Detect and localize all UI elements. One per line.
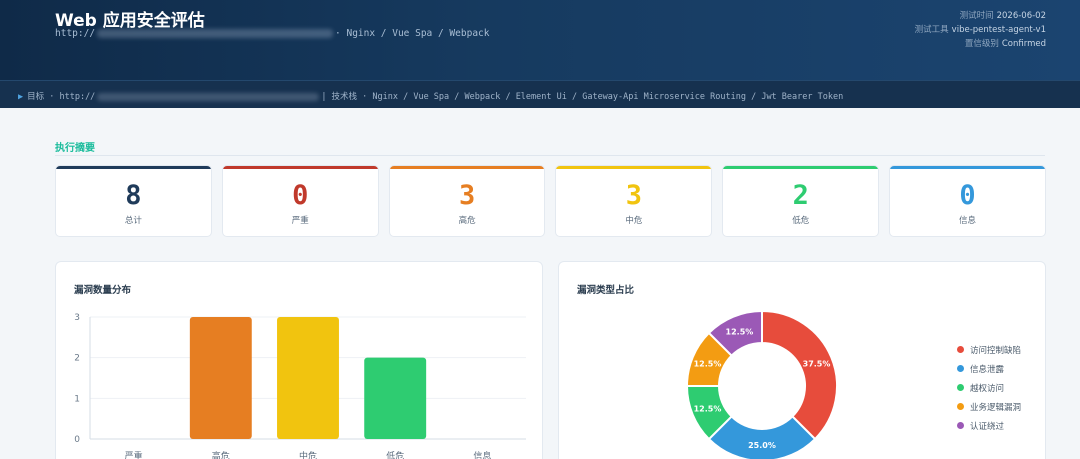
summary-card: 0 信息 — [889, 165, 1046, 237]
legend-label: 业务逻辑漏洞 — [970, 402, 1022, 413]
x-tick-label: 信息 — [473, 450, 491, 459]
card-count: 0 — [959, 180, 976, 211]
y-tick-label: 2 — [74, 354, 80, 364]
card-count: 3 — [625, 180, 643, 211]
card-accent-bar — [723, 166, 879, 169]
card-accent-bar — [556, 166, 712, 169]
summary-card: 3 高危 — [388, 165, 546, 237]
card-label: 中危 — [625, 216, 643, 226]
card-count: 8 — [125, 180, 142, 211]
report-header: Web 应用安全评估 http://· Nginx / Vue Spa / We… — [0, 0, 1080, 80]
card-label: 信息 — [959, 216, 977, 226]
bar-高危[interactable] — [189, 317, 252, 439]
meta-test-time: 测试时间 2026-06-02 — [959, 11, 1046, 21]
bar-低危[interactable] — [364, 357, 427, 439]
legend-item[interactable]: 信息泄露 — [957, 359, 1021, 378]
bar-中危[interactable] — [277, 317, 339, 439]
tech-stack: | 技术栈 · Nginx / Vue Spa / Webpack / Elem… — [321, 92, 844, 102]
type-pie-panel: 漏洞类型占比 37.5% 25.0% 12.5% 12.5% 12.5% 访问控制缺陷信… — [558, 261, 1046, 459]
y-tick-label: 1 — [74, 394, 80, 404]
summary-cards: 8 总计 0 严重 3 高危 3 中危 2 低危 0 信息 — [55, 165, 1046, 237]
url-stack: · Nginx / Vue Spa / Webpack — [335, 28, 490, 39]
section-divider — [55, 155, 1045, 156]
card-label: 高危 — [458, 216, 476, 226]
slice-percent-label: 12.5% — [694, 359, 722, 368]
card-count: 3 — [458, 180, 476, 211]
test-meta: 测试时间 2026-06-02 测试工具 vibe-pentest-agent-v1… — [915, 9, 1046, 51]
target-label: 目标 · http:// — [27, 92, 96, 102]
summary-card: 8 总计 — [55, 165, 212, 237]
legend-label: 越权访问 — [970, 383, 1005, 394]
card-label: 低危 — [792, 216, 810, 226]
pie-legend: 访问控制缺陷 信息泄露越权访问业务逻辑漏洞 认证绕过 — [957, 340, 1021, 435]
url-prefix: http:// — [55, 28, 96, 39]
legend-item[interactable]: 访问控制缺陷 — [957, 340, 1021, 359]
x-tick-label: 严重 — [125, 450, 143, 459]
redacted-url — [97, 29, 334, 38]
card-label: 严重 — [291, 216, 309, 226]
y-tick-label: 0 — [74, 435, 80, 445]
meta-confidence: 置信级别 Confirmed — [964, 39, 1046, 49]
summary-card: 0 严重 — [221, 165, 379, 237]
card-accent-bar — [56, 166, 211, 169]
legend-item[interactable]: 认证绕过 — [957, 416, 1021, 435]
meta-test-tool: 测试工具 vibe-pentest-agent-v1 — [914, 25, 1046, 35]
card-accent-bar — [389, 166, 545, 169]
card-label: 总计 — [124, 216, 142, 226]
slice-percent-label: 37.5% — [803, 359, 831, 368]
legend-label: 访问控制缺陷 — [970, 345, 1022, 356]
legend-swatch — [957, 384, 964, 391]
legend-item[interactable]: 业务逻辑漏洞 — [957, 397, 1021, 416]
slice-percent-label: 12.5% — [694, 405, 722, 414]
card-count: 2 — [792, 180, 809, 211]
legend-swatch — [957, 365, 964, 372]
severity-bar-panel: 漏洞数量分布 0 1 2 3 严重 高危 中危 低危 信息 — [55, 261, 543, 459]
legend-swatch — [957, 346, 964, 353]
card-accent-bar — [222, 166, 378, 169]
card-count: 0 — [292, 180, 309, 211]
summary-card: 2 低危 — [722, 165, 880, 237]
slice-percent-label: 25.0% — [748, 441, 776, 450]
play-triangle-icon: ▶ — [18, 92, 24, 102]
severity-bar-chart: 0 1 2 3 严重 高危 中危 低危 信息 — [74, 313, 526, 459]
donut-slice[interactable] — [761, 309, 838, 441]
redacted-target-url — [97, 92, 320, 101]
summary-card: 3 中危 — [555, 165, 713, 237]
x-tick-label: 高危 — [212, 450, 230, 459]
legend-item[interactable]: 越权访问 — [957, 378, 1021, 397]
y-tick-label: 3 — [74, 313, 80, 323]
x-tick-label: 中危 — [299, 450, 317, 459]
legend-label: 信息泄露 — [970, 364, 1005, 375]
slice-percent-label: 12.5% — [726, 327, 754, 336]
legend-label: 认证绕过 — [970, 421, 1005, 432]
legend-swatch — [957, 422, 964, 429]
target-url-line: http:// · Nginx / Vue Spa / Webpack — [55, 28, 489, 39]
card-accent-bar — [890, 166, 1045, 169]
type-donut-chart: 37.5% 25.0% 12.5% 12.5% 12.5% — [685, 309, 838, 459]
legend-swatch — [957, 403, 964, 410]
summary-section-title: 执行摘要 — [55, 143, 95, 154]
x-tick-label: 低危 — [386, 450, 404, 459]
target-bar: ▶ 目标 · http:// | 技术栈 · Nginx / Vue Spa / W… — [0, 80, 1080, 108]
